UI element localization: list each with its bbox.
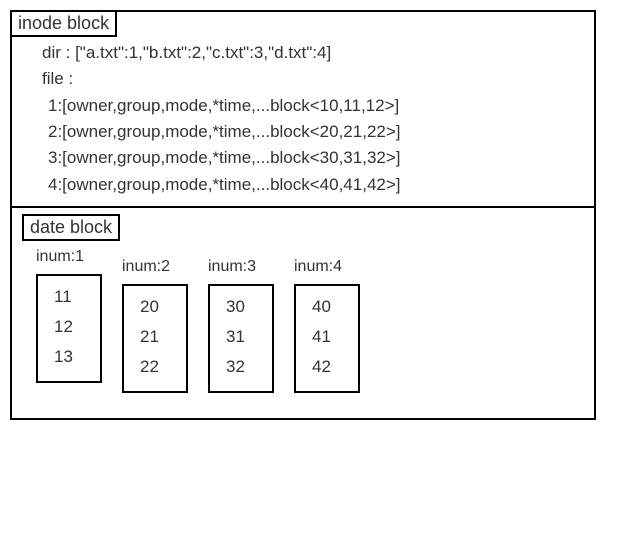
inum-label-1: inum:1 xyxy=(36,248,84,266)
dir-value: ["a.txt":1,"b.txt":2,"c.txt":3,"d.txt":4… xyxy=(75,43,331,62)
inum-3-val-2: 32 xyxy=(220,352,262,382)
inum-col-2: inum:2 20 21 22 xyxy=(122,258,188,393)
date-block-title: date block xyxy=(22,214,120,241)
inum-4-val-1: 41 xyxy=(306,322,348,352)
inum-2-val-2: 22 xyxy=(134,352,176,382)
file-line-3: 3:[owner,group,mode,*time,...block<30,31… xyxy=(42,145,574,171)
inum-label-2: inum:2 xyxy=(122,258,170,276)
file-line-2: 2:[owner,group,mode,*time,...block<20,21… xyxy=(42,119,574,145)
inum-row: inum:1 11 12 13 inum:2 20 21 22 inum:3 xyxy=(36,248,574,393)
inum-3-val-1: 31 xyxy=(220,322,262,352)
date-block-section: date block inum:1 11 12 13 inum:2 20 21 … xyxy=(12,208,594,418)
dir-line: dir : ["a.txt":1,"b.txt":2,"c.txt":3,"d.… xyxy=(42,40,574,66)
inum-2-val-0: 20 xyxy=(134,292,176,322)
dir-label: dir : xyxy=(42,43,75,62)
inum-col-1: inum:1 11 12 13 xyxy=(36,248,102,393)
file-label: file : xyxy=(42,66,574,92)
inum-1-val-0: 11 xyxy=(48,282,90,312)
inode-block-section: inode block dir : ["a.txt":1,"b.txt":2,"… xyxy=(12,12,594,208)
inum-4-val-0: 40 xyxy=(306,292,348,322)
inum-box-2: 20 21 22 xyxy=(122,284,188,393)
inum-2-val-1: 21 xyxy=(134,322,176,352)
file-line-4: 4:[owner,group,mode,*time,...block<40,41… xyxy=(42,172,574,198)
diagram-container: inode block dir : ["a.txt":1,"b.txt":2,"… xyxy=(10,10,596,420)
inum-3-val-0: 30 xyxy=(220,292,262,322)
file-line-1: 1:[owner,group,mode,*time,...block<10,11… xyxy=(42,93,574,119)
inum-4-val-2: 42 xyxy=(306,352,348,382)
inum-label-3: inum:3 xyxy=(208,258,256,276)
inum-box-3: 30 31 32 xyxy=(208,284,274,393)
inum-1-val-1: 12 xyxy=(48,312,90,342)
inode-block-title: inode block xyxy=(10,10,117,37)
inum-box-4: 40 41 42 xyxy=(294,284,360,393)
inum-1-val-2: 13 xyxy=(48,342,90,372)
inum-col-3: inum:3 30 31 32 xyxy=(208,258,274,393)
inum-label-4: inum:4 xyxy=(294,258,342,276)
inum-box-1: 11 12 13 xyxy=(36,274,102,383)
inum-col-4: inum:4 40 41 42 xyxy=(294,258,360,393)
